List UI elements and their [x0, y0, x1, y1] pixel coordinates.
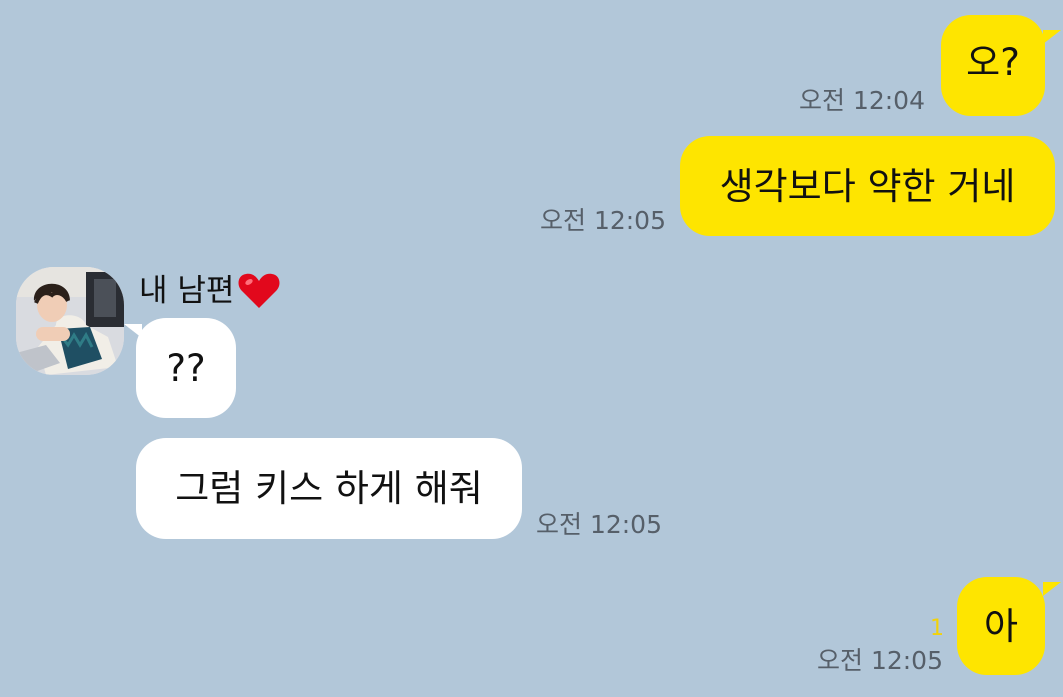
- message-time: 오전 12:05: [536, 510, 662, 539]
- unread-count: 1: [930, 616, 944, 641]
- message-text: 오?: [966, 41, 1020, 84]
- bubble-tail: [1043, 582, 1061, 596]
- message-time: 오전 12:04: [799, 86, 925, 115]
- bubble-tail: [124, 324, 142, 338]
- my-message-bubble[interactable]: 오?: [941, 15, 1045, 116]
- their-message-bubble[interactable]: ??: [136, 318, 236, 418]
- avatar[interactable]: [16, 267, 124, 375]
- sender-name-text: 내 남편: [139, 272, 235, 309]
- my-message-bubble[interactable]: 생각보다 약한 거네: [680, 136, 1055, 236]
- message-text: 아: [983, 604, 1019, 648]
- message-time: 오전 12:05: [540, 206, 666, 235]
- message-text: 생각보다 약한 거네: [719, 164, 1016, 208]
- my-message-bubble[interactable]: 아: [957, 577, 1045, 675]
- message-text: ??: [166, 346, 206, 390]
- message-time: 오전 12:05: [817, 646, 943, 675]
- profile-photo: [16, 267, 124, 375]
- sender-name[interactable]: 내 남편: [139, 272, 281, 310]
- message-text: 그럼 키스 하게 해줘: [175, 467, 483, 510]
- their-message-bubble[interactable]: 그럼 키스 하게 해줘: [136, 438, 522, 539]
- bubble-tail: [1043, 30, 1061, 44]
- heart-icon: [238, 273, 280, 308]
